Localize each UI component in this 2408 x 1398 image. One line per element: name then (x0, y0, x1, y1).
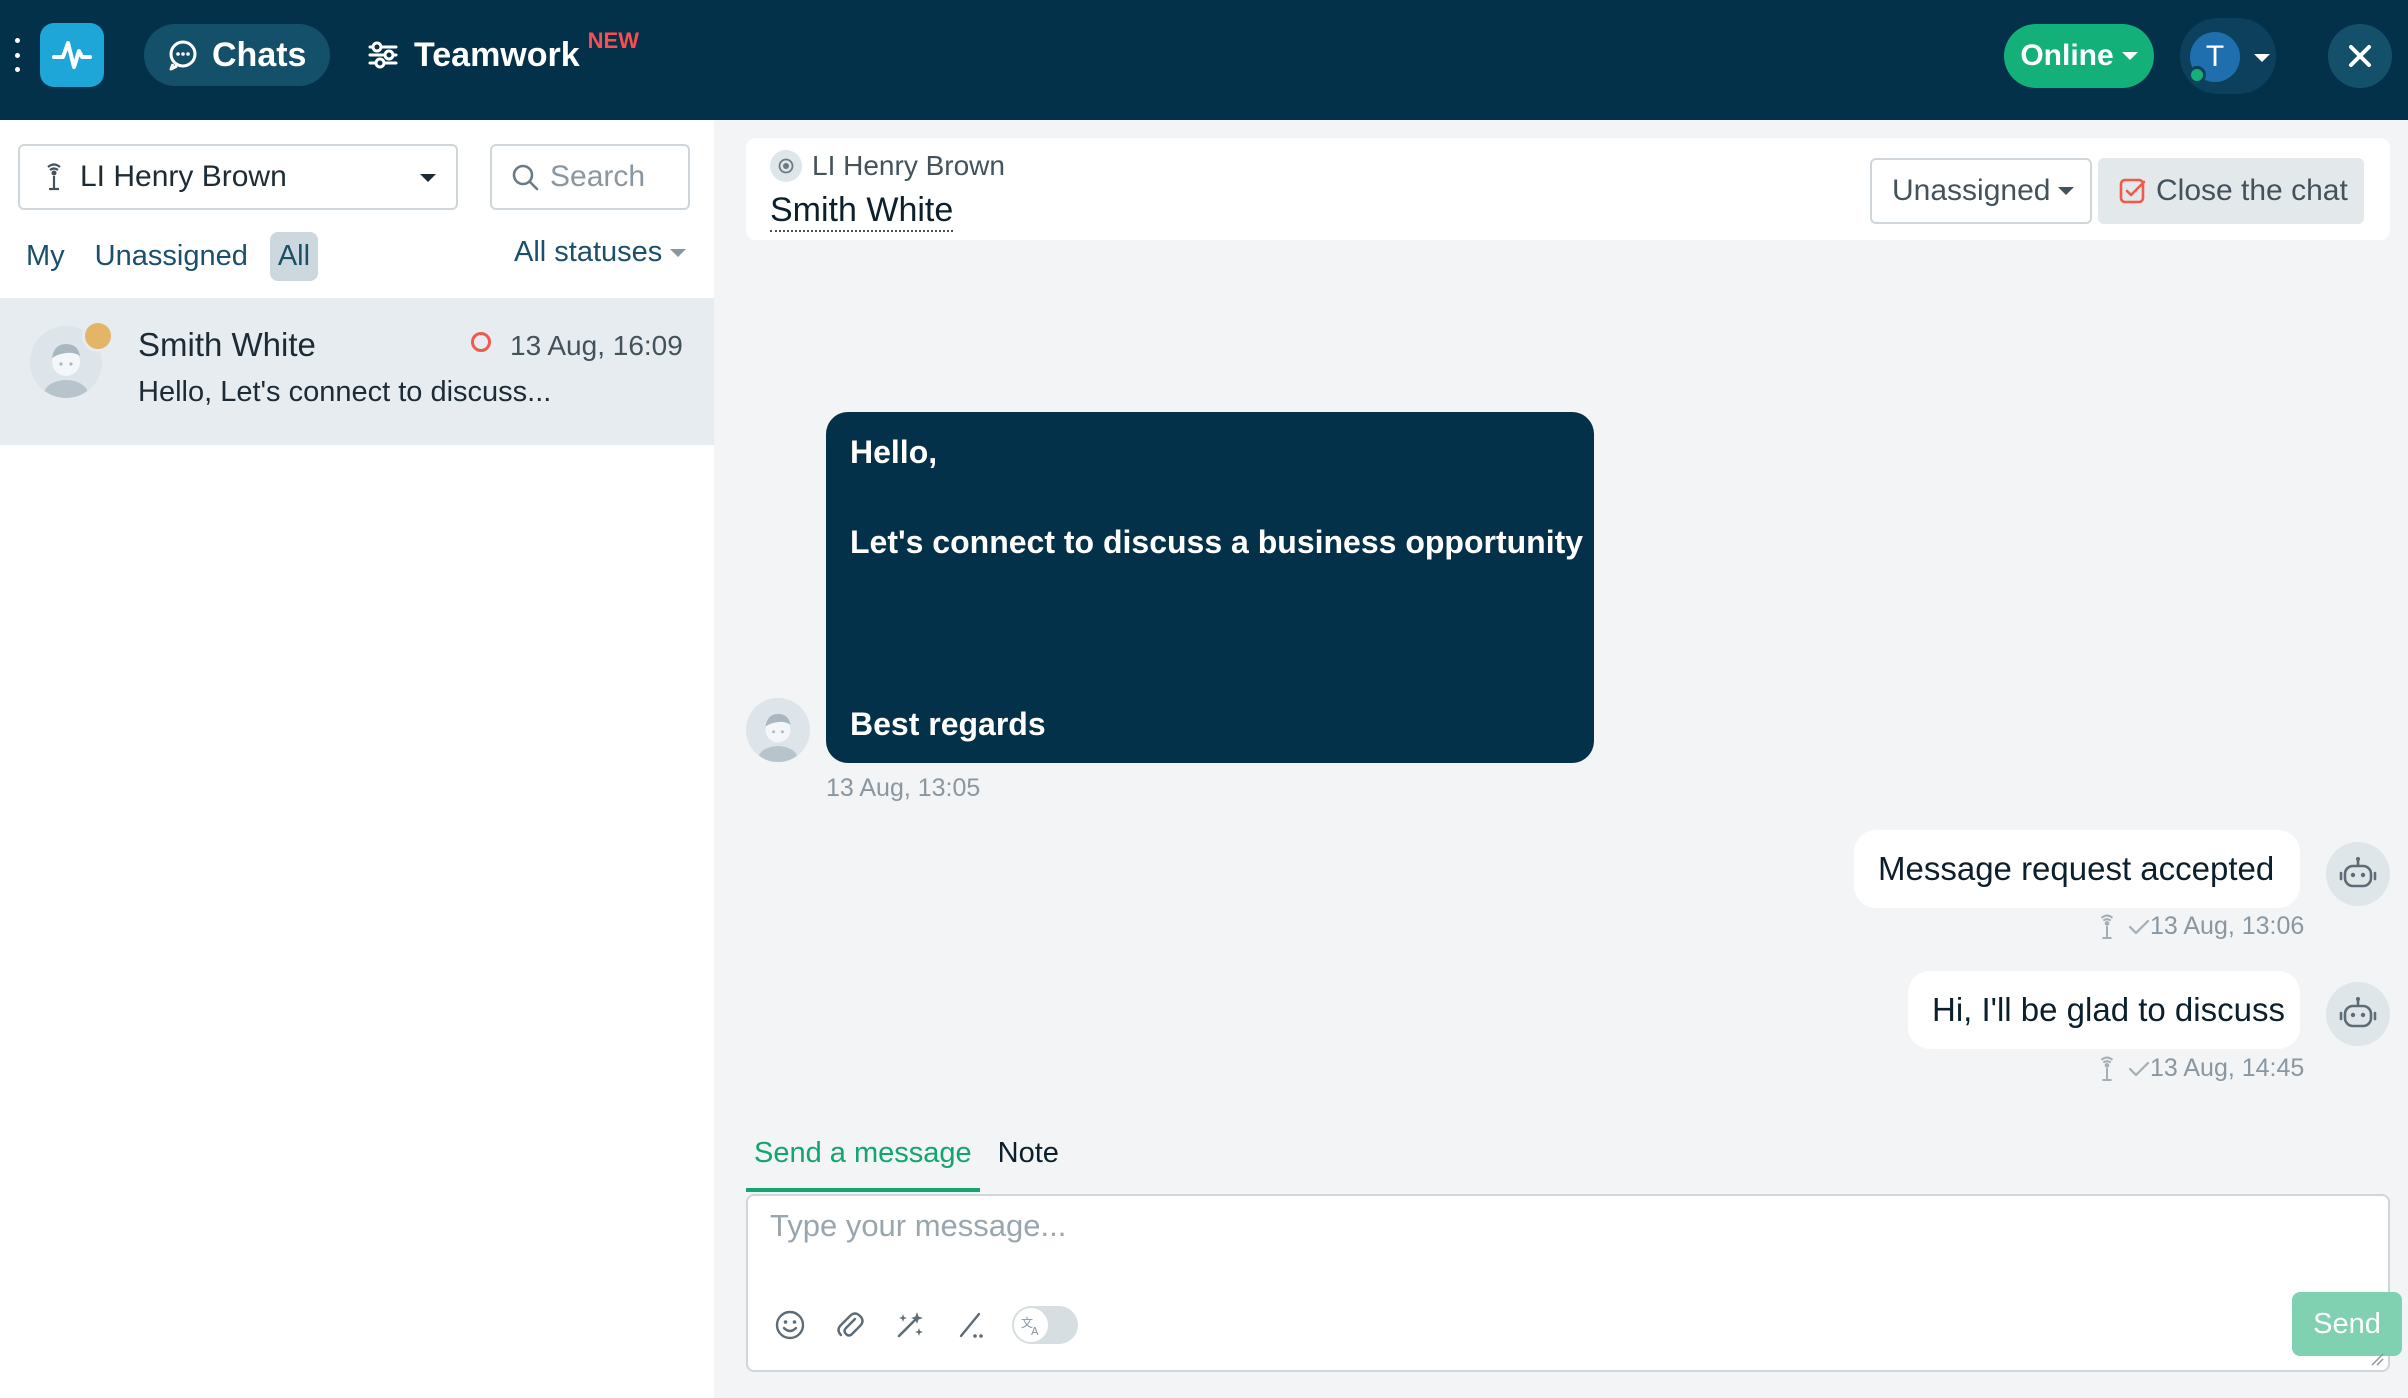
close-chat-button[interactable]: Close the chat (2098, 158, 2364, 224)
nav-teamwork[interactable]: Teamwork NEW (366, 24, 639, 86)
message-line: Best regards (850, 706, 1046, 742)
chat-panel: LI Henry Brown Smith White Unassigned Cl… (714, 120, 2408, 1398)
slash-commands-icon[interactable] (952, 1307, 988, 1343)
emoji-icon[interactable] (772, 1307, 808, 1343)
outgoing-message: Message request accepted (1854, 830, 2300, 908)
message-meta: 13 Aug, 14:45 (2096, 1054, 2304, 1083)
broadcast-icon (778, 158, 794, 174)
translate-icon: 文A (1014, 1308, 1048, 1342)
magic-wand-icon[interactable] (892, 1307, 928, 1343)
online-indicator (2188, 66, 2206, 84)
chevron-down-icon (670, 248, 687, 257)
attachment-icon[interactable] (832, 1307, 868, 1343)
resize-handle-icon[interactable] (2368, 1350, 2384, 1366)
user-menu[interactable]: T (2180, 18, 2276, 94)
check-icon (2128, 919, 2150, 934)
search-icon (512, 164, 539, 191)
filter-unassigned[interactable]: Unassigned (87, 232, 256, 281)
status-filter-dropdown[interactable]: All statuses (514, 236, 687, 269)
composer-toolbar: 文A (772, 1306, 1078, 1344)
assignee-dropdown[interactable]: Unassigned (1870, 158, 2092, 224)
contact-name-link[interactable]: Smith White (770, 190, 954, 232)
search-placeholder: Search (550, 160, 646, 193)
message-text: Hi, I'll be glad to discuss (1932, 991, 2285, 1028)
chat-list-sidebar: LI Henry Brown Search My Unassigned All … (0, 120, 714, 1398)
composer-tabs: Send a message Note (746, 1130, 1067, 1192)
incoming-message: Hello, Let's connect to discuss a busine… (826, 412, 1594, 763)
nav-chats[interactable]: Chats (144, 24, 330, 86)
person-placeholder-icon (746, 698, 810, 762)
new-badge: NEW (587, 28, 639, 53)
contact-avatar (746, 698, 810, 762)
outgoing-message: Hi, I'll be glad to discuss (1908, 971, 2300, 1049)
more-menu-icon[interactable] (12, 38, 22, 72)
search-input[interactable]: Search (490, 144, 690, 210)
message-timestamp: 13 Aug, 14:45 (2150, 1054, 2305, 1082)
chat-bubble-icon (169, 40, 197, 71)
close-window-button[interactable] (2328, 24, 2392, 88)
contact-status-dot (82, 320, 114, 352)
broadcast-icon (2100, 1056, 2114, 1081)
pulse-icon (52, 41, 92, 69)
broadcast-icon (47, 163, 61, 191)
account-icon (770, 150, 802, 182)
message-meta: 13 Aug, 13:06 (2096, 912, 2304, 941)
chat-preview: Hello, Let's connect to discuss... (138, 376, 552, 408)
bot-avatar (2326, 982, 2390, 1046)
top-bar: Chats Teamwork NEW Online T (0, 0, 2408, 120)
status-filter-label: All statuses (514, 236, 663, 268)
check-icon (2128, 1061, 2150, 1076)
chat-contact-name: Smith White (138, 326, 316, 363)
close-icon (2349, 45, 2371, 67)
chat-account: LI Henry Brown (770, 150, 1005, 182)
close-chat-label: Close the chat (2156, 174, 2348, 207)
account-select[interactable]: LI Henry Brown (18, 144, 458, 210)
chat-timestamp: 13 Aug, 16:09 (510, 330, 683, 361)
status-label: Online (2020, 39, 2114, 72)
bot-avatar (2326, 842, 2390, 906)
status-dropdown[interactable]: Online (2004, 24, 2154, 88)
svg-text:A: A (1031, 1325, 1039, 1337)
send-button[interactable]: Send (2292, 1292, 2402, 1356)
message-timestamp: 13 Aug, 13:05 (826, 774, 981, 802)
nav-chats-label: Chats (212, 35, 307, 74)
checkbox-check-icon (2119, 178, 2146, 204)
unread-indicator (471, 332, 491, 352)
sliders-icon (368, 41, 398, 69)
filter-all[interactable]: All (269, 231, 319, 281)
filter-my[interactable]: My (18, 232, 73, 281)
robot-icon (2339, 857, 2377, 888)
chevron-down-icon (2121, 52, 2138, 60)
chat-list-item[interactable]: Smith White 13 Aug, 16:09 Hello, Let's c… (0, 298, 714, 445)
robot-icon (2339, 997, 2377, 1028)
assignment-filters: My Unassigned All (18, 228, 319, 284)
chevron-down-icon (2058, 187, 2075, 195)
message-timestamp: 13 Aug, 13:06 (2150, 912, 2305, 940)
tab-send-message[interactable]: Send a message (746, 1130, 980, 1192)
message-line: Hello, (850, 434, 938, 470)
message-composer: 文A Send (746, 1194, 2402, 1372)
chevron-down-icon (2254, 54, 2270, 62)
chat-header: LI Henry Brown Smith White Unassigned Cl… (746, 138, 2390, 240)
broadcast-icon (2100, 914, 2114, 939)
chat-account-name: LI Henry Brown (812, 150, 1005, 181)
nav-teamwork-label: Teamwork (414, 35, 580, 74)
tab-note[interactable]: Note (990, 1130, 1067, 1192)
message-input[interactable] (770, 1208, 2350, 1268)
chevron-down-icon (420, 174, 436, 182)
app-logo[interactable] (40, 23, 104, 87)
message-text: Message request accepted (1878, 850, 2275, 887)
account-select-label: LI Henry Brown (80, 160, 287, 193)
assignee-label: Unassigned (1892, 174, 2051, 207)
message-line: Let's connect to discuss a business oppo… (850, 524, 1584, 560)
translate-toggle[interactable]: 文A (1012, 1306, 1078, 1344)
